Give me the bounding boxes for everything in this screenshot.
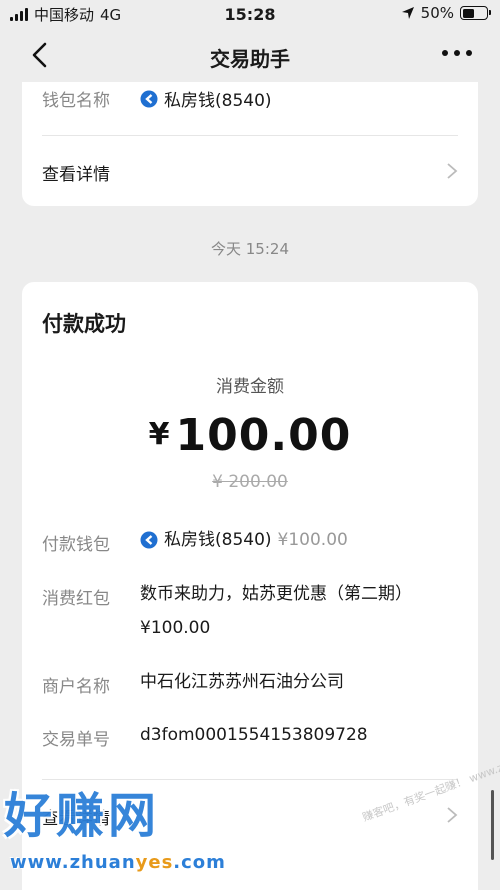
wallet-name-label: 钱包名称 <box>42 91 110 111</box>
amount-label: 消费金额 <box>216 377 284 397</box>
transaction-id-value: d3fom0001554153809728 <box>140 725 368 745</box>
merchant-value: 中石化江苏苏州石油分公司 <box>140 672 344 692</box>
amount: ¥100.00 <box>22 410 478 461</box>
view-details-link[interactable]: 查看详情 <box>42 804 110 829</box>
battery-icon <box>460 6 491 20</box>
original-amount: ¥ 200.00 <box>212 472 288 492</box>
amount-value: 100.00 <box>175 410 352 461</box>
location-icon <box>401 7 414 19</box>
wallet-name-text: 私房钱(8540) <box>164 91 272 111</box>
currency-symbol: ¥ <box>148 417 170 452</box>
red-packet-value: 数币来助力，姑苏更优惠（第二期） ¥100.00 <box>140 577 458 645</box>
transaction-id-label: 交易单号 <box>42 730 110 750</box>
card-title: 付款成功 <box>42 312 126 336</box>
status-bar: 中国移动 4G 15:28 50% <box>0 0 500 30</box>
chevron-right-icon[interactable] <box>446 162 458 180</box>
payment-wallet-amount: ¥100.00 <box>277 530 348 550</box>
payment-wallet-name: 私房钱(8540) <box>164 530 272 550</box>
payment-wallet-value: 私房钱(8540) ¥100.00 <box>140 523 458 557</box>
message-timestamp: 今天 15:24 <box>211 240 289 258</box>
wallet-icon <box>140 531 158 549</box>
more-icon[interactable] <box>442 48 472 58</box>
scrollbar[interactable] <box>491 790 494 860</box>
red-packet-label: 消费红包 <box>42 589 110 609</box>
divider <box>42 779 458 780</box>
red-packet-amount: ¥100.00 <box>140 618 211 638</box>
battery-level <box>462 8 474 18</box>
page-title: 交易助手 <box>210 47 290 71</box>
divider <box>42 135 458 136</box>
red-packet-name: 数币来助力，姑苏更优惠（第二期） <box>140 584 412 604</box>
status-right: 50% <box>401 4 491 22</box>
wallet-name-value: 私房钱(8540) <box>140 86 272 111</box>
view-details-link[interactable]: 查看详情 <box>42 160 110 185</box>
nav-bar: 交易助手 <box>0 30 500 82</box>
wallet-icon <box>140 90 158 107</box>
payment-wallet-label: 付款钱包 <box>42 535 110 555</box>
battery-percent: 50% <box>420 4 454 22</box>
payment-success-card[interactable]: 付款成功 消费金额 ¥100.00 ¥ 200.00 付款钱包 私房钱(8540… <box>22 282 478 890</box>
chevron-right-icon[interactable] <box>446 806 458 824</box>
previous-transaction-card: 钱包名称 私房钱(8540) 查看详情 <box>22 82 478 206</box>
merchant-label: 商户名称 <box>42 677 110 697</box>
